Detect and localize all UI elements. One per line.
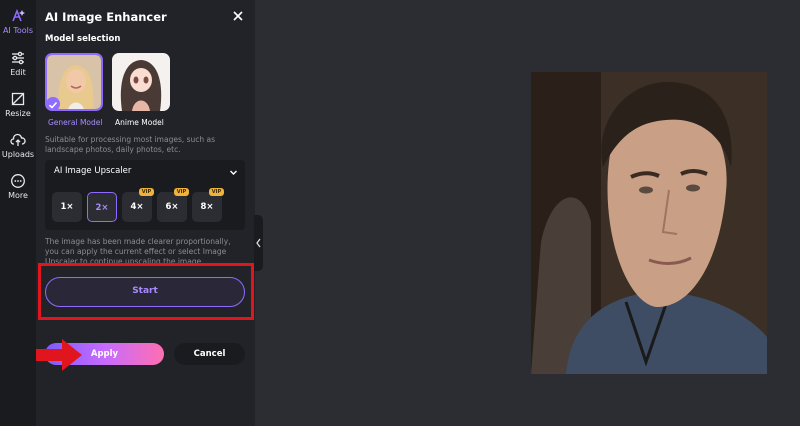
rail-item-label: More xyxy=(8,191,28,200)
rail-item-resize[interactable]: Resize xyxy=(0,91,36,118)
more-circle-icon xyxy=(11,174,25,188)
rail-item-edit[interactable]: Edit xyxy=(0,50,36,77)
tool-rail: AI Tools Edit Resize Uploads More xyxy=(0,0,36,426)
scale-4x-button[interactable]: 4× VIP xyxy=(122,188,154,222)
start-button[interactable]: Start xyxy=(45,277,245,307)
rail-item-label: Edit xyxy=(10,68,26,77)
ai-tools-icon xyxy=(12,8,25,22)
chevron-down-icon[interactable] xyxy=(229,168,238,177)
general-model-label: General Model xyxy=(48,118,103,127)
red-arrow-icon xyxy=(36,339,82,371)
vip-badge: VIP xyxy=(174,188,189,196)
rail-item-uploads[interactable]: Uploads xyxy=(0,132,36,159)
upscaler-box: AI Image Upscaler 1× 2× 4× VIP 6× VIP 8× VI… xyxy=(45,160,245,230)
anime-model-thumbnail[interactable] xyxy=(112,53,170,111)
scale-8x-button[interactable]: 8× VIP xyxy=(192,188,224,222)
sliders-icon xyxy=(12,51,24,65)
chevron-left-icon xyxy=(256,238,261,248)
selected-check-icon xyxy=(46,97,60,111)
anime-model-label: Anime Model xyxy=(115,118,164,127)
crop-icon xyxy=(11,92,25,106)
close-icon[interactable] xyxy=(231,9,245,23)
rail-item-label: Resize xyxy=(5,109,31,118)
rail-item-ai-tools[interactable]: AI Tools xyxy=(0,8,36,35)
collapse-panel-handle[interactable] xyxy=(254,215,263,271)
panel-title: AI Image Enhancer xyxy=(45,10,167,24)
scale-6x-button[interactable]: 6× VIP xyxy=(157,188,189,222)
scale-1x-button[interactable]: 1× xyxy=(52,192,82,222)
canvas-image[interactable] xyxy=(531,72,767,374)
rail-item-label: Uploads xyxy=(1,150,35,159)
rail-item-label: AI Tools xyxy=(2,26,34,35)
cancel-button[interactable]: Cancel xyxy=(174,343,245,365)
vip-badge: VIP xyxy=(139,188,154,196)
model-description: Suitable for processing most images, suc… xyxy=(45,135,216,154)
model-selection-label: Model selection xyxy=(45,34,121,44)
cloud-upload-icon xyxy=(10,133,26,146)
portrait-photo xyxy=(531,72,767,374)
rail-item-more[interactable]: More xyxy=(0,173,36,200)
vip-badge: VIP xyxy=(209,188,224,196)
upscaler-title[interactable]: AI Image Upscaler xyxy=(54,166,131,176)
anime-model-image xyxy=(112,53,170,111)
scale-2x-button[interactable]: 2× xyxy=(87,192,117,222)
